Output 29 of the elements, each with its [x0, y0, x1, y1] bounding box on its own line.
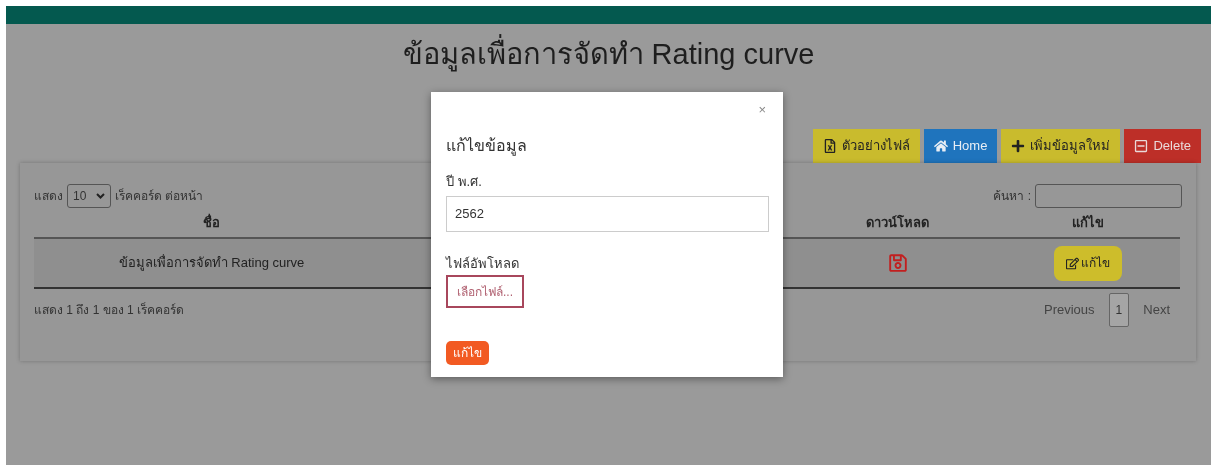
pagination-button[interactable]: Previous: [1032, 293, 1107, 327]
edit-icon: [1065, 256, 1079, 270]
choose-file-button[interactable]: เลือกไฟล์...: [446, 275, 524, 308]
home-icon: [933, 139, 948, 153]
dialog-title: แก้ไขข้อมูล: [446, 136, 528, 158]
page-title: ข้อมูลเพื่อการจัดทำ Rating curve: [402, 36, 815, 72]
toolbar-button[interactable]: เพิ่มข้อมูลใหม่: [1001, 129, 1121, 163]
field-label: ปี พ.ศ.: [446, 173, 483, 191]
toolbar-button[interactable]: ตัวอย่างไฟล์: [812, 129, 920, 163]
length-label: เร็คคอร์ด ต่อหน้า: [115, 187, 204, 205]
edit-button[interactable]: แก้ไข: [1053, 245, 1122, 281]
search-field[interactable]: [1035, 184, 1182, 208]
spreadsheet-file-icon: [822, 139, 837, 153]
submit-button[interactable]: แก้ไข: [446, 341, 489, 365]
year-field[interactable]: 2562: [446, 195, 769, 232]
table-info: แสดง 1 ถึง 1 ของ 1 เร็คคอร์ด: [34, 301, 185, 319]
toolbar-button[interactable]: Home: [923, 129, 998, 163]
page-size-select[interactable]: 10: [67, 184, 111, 208]
length-label: แสดง: [34, 188, 63, 205]
pagination-button[interactable]: Next: [1131, 293, 1182, 327]
table-cell: ข้อมูลเพื่อการจัดทำ Rating curve: [34, 239, 389, 289]
toolbar-button[interactable]: Delete: [1124, 129, 1201, 163]
chevron-down-icon: [96, 193, 105, 199]
download-icon[interactable]: [887, 253, 908, 273]
pagination-button[interactable]: 1: [1108, 293, 1130, 327]
search-label: ค้นหา :: [993, 188, 1031, 205]
close-button[interactable]: ×: [758, 100, 766, 120]
plus-icon: [1011, 139, 1026, 153]
field-label: ไฟล์อัพโหลด: [446, 254, 520, 273]
